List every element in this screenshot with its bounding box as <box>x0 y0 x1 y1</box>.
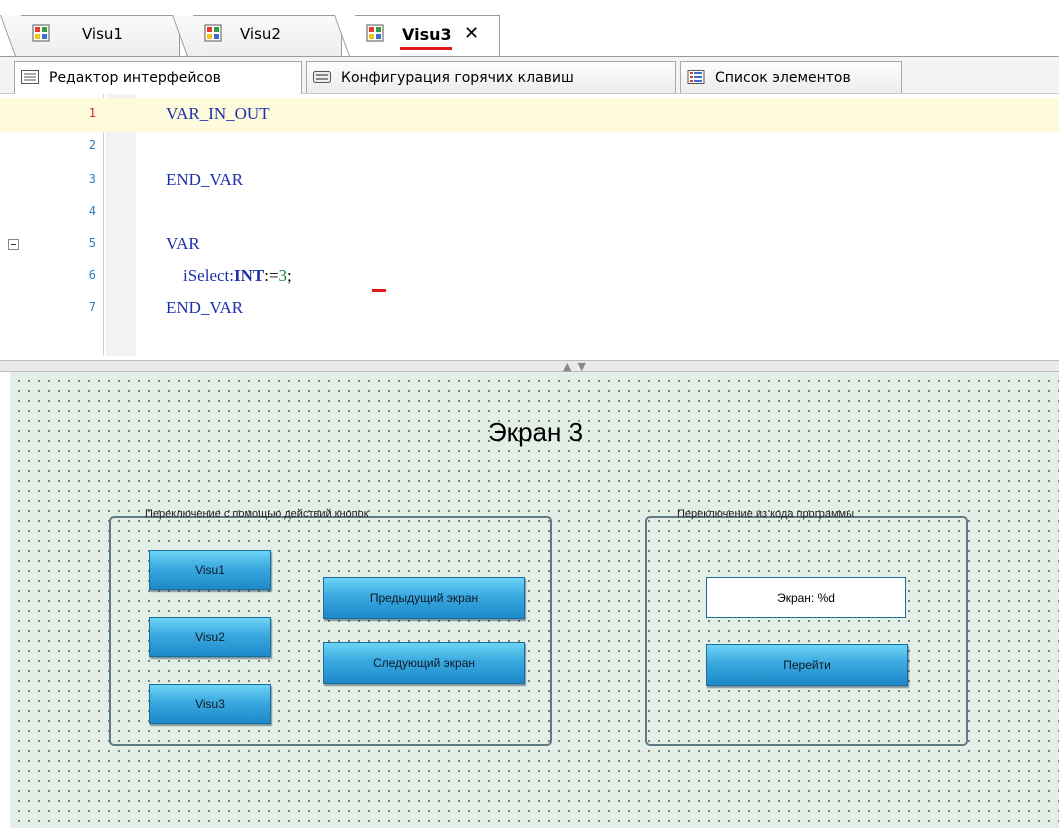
code-text: END_VAR <box>166 170 244 189</box>
code-line[interactable]: 4 <box>0 196 1059 230</box>
code-line[interactable]: 5 VAR <box>0 228 1059 262</box>
group-program-code[interactable]: Переключение из кода программы <box>645 508 968 746</box>
tab-label: Список элементов <box>715 70 851 86</box>
code-text: VAR_IN_OUT <box>166 104 270 123</box>
button-label: Перейти <box>783 658 831 672</box>
line-number: 3 <box>88 172 96 186</box>
code-line[interactable]: 3 END_VAR <box>0 164 1059 198</box>
code-text: iSelect:INT:=3; <box>166 266 292 286</box>
doc-tab-label: Visu1 <box>82 25 123 43</box>
visualization-icon <box>366 24 384 42</box>
line-number: 2 <box>88 138 96 152</box>
doc-tab-visu1[interactable]: Visu1 <box>0 15 180 57</box>
document-tab-bar: Visu1 Visu2 Visu3 ✕ <box>0 0 1059 57</box>
group-label: Переключение с помощью действий кнопок <box>145 508 369 520</box>
field-text: Экран: %d <box>777 590 835 605</box>
code-line[interactable]: 1 VAR_IN_OUT <box>0 98 1059 132</box>
doc-tab-label: Visu3 <box>402 25 452 44</box>
doc-tab-label: Visu2 <box>240 25 281 43</box>
group-label: Переключение из кода программы <box>677 508 854 520</box>
interface-editor-icon <box>21 70 39 84</box>
go-button[interactable]: Перейти <box>706 644 908 686</box>
line-number: 7 <box>88 300 96 314</box>
assign-operator: := <box>264 266 279 285</box>
button-label: Следующий экран <box>372 656 476 670</box>
value-underline-mark <box>372 289 386 292</box>
visualization-icon <box>204 24 222 42</box>
visualization-icon <box>32 24 50 42</box>
visu3-button[interactable]: Visu3 <box>149 684 271 724</box>
line-number: 1 <box>88 106 96 120</box>
code-line[interactable]: 2 <box>0 130 1059 164</box>
tab-element-list[interactable]: Список элементов <box>680 61 902 93</box>
doc-tab-visu2[interactable]: Visu2 <box>172 15 342 57</box>
button-label: Visu2 <box>195 630 225 644</box>
line-number: 6 <box>88 268 96 282</box>
button-label: Предыдущий экран <box>369 591 479 605</box>
visu2-button[interactable]: Visu2 <box>149 617 271 657</box>
pane-splitter[interactable]: ▲▼ <box>0 360 1059 373</box>
close-icon[interactable]: ✕ <box>464 23 479 44</box>
collapse-icon[interactable] <box>8 239 19 250</box>
active-tab-underline <box>400 47 452 50</box>
variable-name: iSelect: <box>166 266 234 285</box>
tab-hotkey-config[interactable]: Конфигурация горячих клавиш <box>306 61 676 93</box>
keyboard-icon <box>313 71 331 83</box>
doc-tab-visu3[interactable]: Visu3 ✕ <box>334 15 500 57</box>
code-line[interactable]: 7 END_VAR <box>0 292 1059 326</box>
button-label: Visu3 <box>195 697 225 711</box>
screen-number-field[interactable]: Экран: %d <box>706 577 906 618</box>
tab-label: Конфигурация горячих клавиш <box>341 70 574 86</box>
next-screen-button[interactable]: Следующий экран <box>323 642 525 684</box>
type-keyword: INT <box>233 266 265 285</box>
button-label: Visu1 <box>195 563 225 577</box>
init-value: 3 <box>278 266 288 285</box>
previous-screen-button[interactable]: Предыдущий экран <box>323 577 525 619</box>
code-text: END_VAR <box>166 298 244 317</box>
line-number: 5 <box>88 236 96 250</box>
line-number: 4 <box>88 204 96 218</box>
code-line[interactable]: 6 iSelect:INT:=3; <box>0 260 1059 294</box>
code-text: VAR <box>166 234 200 253</box>
declaration-editor[interactable]: 1 VAR_IN_OUT 2 3 END_VAR 4 5 VAR 6 iSele… <box>0 94 1059 362</box>
element-list-icon <box>687 70 705 84</box>
tab-label: Редактор интерфейсов <box>49 70 221 86</box>
visu1-button[interactable]: Visu1 <box>149 550 271 590</box>
screen-title: Экран 3 <box>488 417 584 447</box>
tab-interface-editor[interactable]: Редактор интерфейсов <box>14 61 302 94</box>
semicolon: ; <box>287 266 292 285</box>
editor-view-tabs: Редактор интерфейсов Конфигурация горячи… <box>0 57 1059 94</box>
